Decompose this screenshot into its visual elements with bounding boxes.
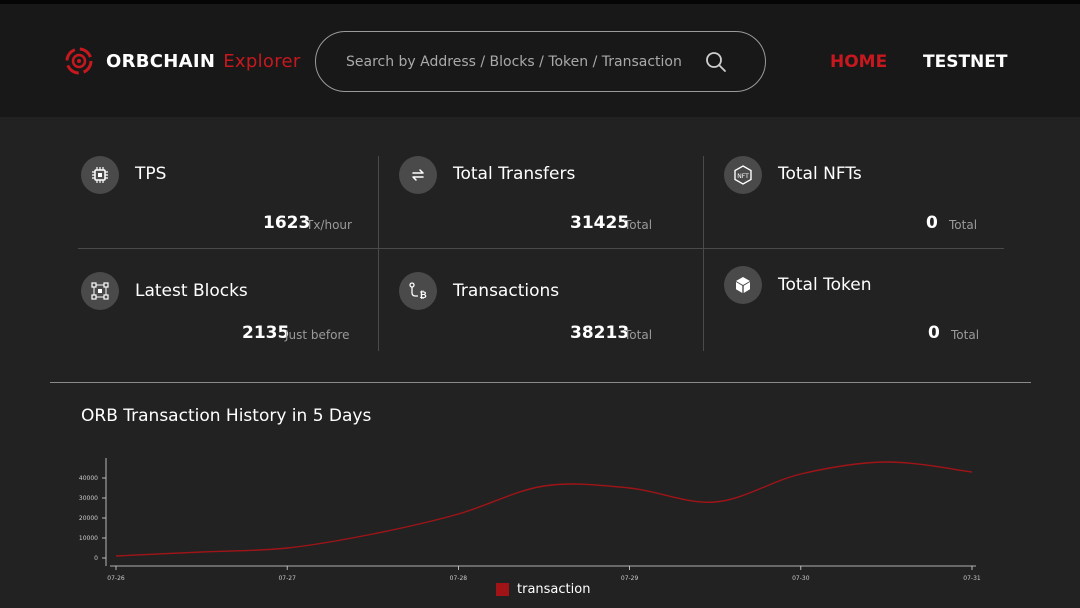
brand-name: ORBCHAIN bbox=[106, 50, 216, 72]
y-tick-label: 30000 bbox=[79, 495, 98, 502]
search-bar[interactable] bbox=[315, 31, 766, 92]
legend-label: transaction bbox=[517, 582, 591, 597]
stat-tps-unit: Tx/hour bbox=[306, 218, 352, 232]
bitcoin-flow-icon: ₿ bbox=[399, 272, 437, 310]
x-tick-label: 07-30 bbox=[792, 575, 810, 582]
blocks-network-icon bbox=[81, 272, 119, 310]
stat-transfers-value: 31425 bbox=[570, 213, 630, 233]
header: ORBCHAIN Explorer HOME TESTNET bbox=[0, 4, 1080, 117]
series-line-transaction bbox=[115, 461, 973, 557]
stat-nfts-value: 0 bbox=[926, 213, 938, 233]
y-tick-label: 10000 bbox=[79, 535, 98, 542]
stats-divider-vertical-1 bbox=[378, 156, 379, 351]
svg-text:NFT: NFT bbox=[737, 173, 749, 180]
stat-tokens-label: Total Token bbox=[778, 275, 872, 295]
stat-tokens-unit: Total bbox=[951, 328, 980, 342]
stat-blocks-unit: Just before bbox=[285, 328, 350, 342]
stat-blocks-value: 2135 bbox=[242, 323, 290, 343]
stat-transactions-unit: Total bbox=[624, 328, 653, 342]
stat-transactions-label: Transactions bbox=[453, 281, 560, 301]
stats-divider-vertical-2 bbox=[703, 156, 704, 351]
stat-nfts-label: Total NFTs bbox=[778, 164, 862, 184]
svg-text:₿: ₿ bbox=[419, 290, 426, 301]
x-tick-label: 07-26 bbox=[107, 575, 125, 582]
y-tick-label: 0 bbox=[94, 555, 98, 562]
stat-tokens-value: 0 bbox=[928, 323, 940, 343]
logo[interactable]: ORBCHAIN Explorer bbox=[64, 46, 301, 76]
legend-swatch bbox=[496, 583, 509, 596]
stat-nfts-unit: Total bbox=[949, 218, 978, 232]
chart-title: ORB Transaction History in 5 Days bbox=[81, 406, 372, 426]
transfer-icon bbox=[399, 156, 437, 194]
stat-transfers-label: Total Transfers bbox=[453, 164, 576, 184]
y-tick-label: 40000 bbox=[79, 475, 98, 482]
x-tick-label: 07-29 bbox=[621, 575, 639, 582]
stat-tps-value: 1623 bbox=[263, 213, 311, 233]
nav-testnet-link[interactable]: TESTNET bbox=[923, 52, 1008, 72]
cube-icon bbox=[724, 266, 762, 304]
stat-blocks-label: Latest Blocks bbox=[135, 281, 248, 301]
cpu-chip-icon bbox=[81, 156, 119, 194]
search-icon[interactable] bbox=[705, 51, 727, 73]
brand-suffix: Explorer bbox=[223, 50, 301, 72]
x-tick-label: 07-27 bbox=[278, 575, 296, 582]
stat-tps-label: TPS bbox=[135, 164, 167, 184]
y-tick-label: 20000 bbox=[79, 515, 98, 522]
section-divider bbox=[50, 382, 1031, 383]
x-tick-label: 07-28 bbox=[450, 575, 468, 582]
x-tick-label: 07-31 bbox=[963, 575, 981, 582]
nav-home-link[interactable]: HOME bbox=[830, 52, 887, 72]
stat-transfers-unit: Total bbox=[624, 218, 653, 232]
search-input[interactable] bbox=[346, 53, 691, 70]
nft-icon: NFT bbox=[724, 156, 762, 194]
orbchain-logo-icon bbox=[65, 47, 93, 75]
chart-legend[interactable]: transaction bbox=[496, 582, 590, 597]
stats-divider-horizontal bbox=[78, 248, 1004, 249]
stat-transactions-value: 38213 bbox=[570, 323, 630, 343]
